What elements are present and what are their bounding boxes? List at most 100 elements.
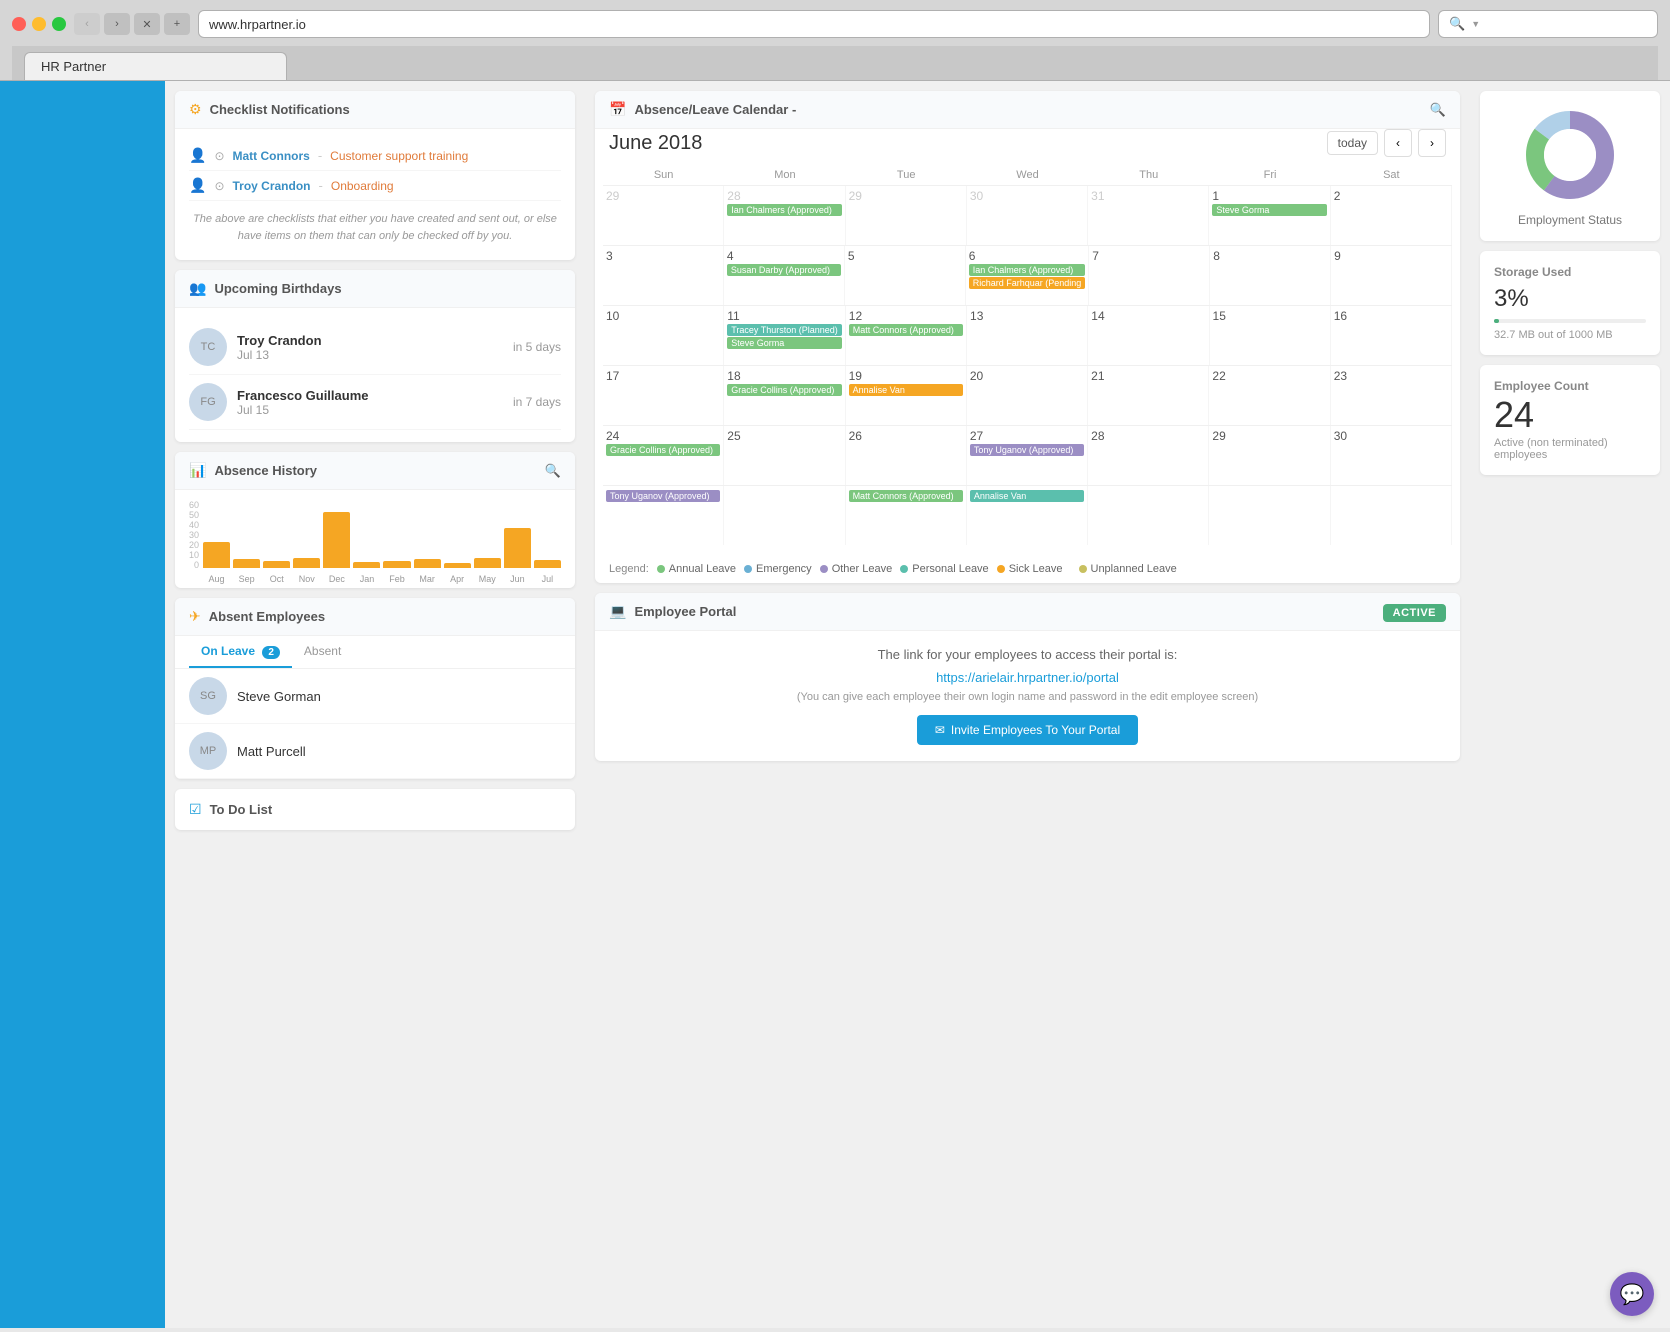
invite-employees-button[interactable]: ✉ Invite Employees To Your Portal: [917, 715, 1138, 745]
event-gracie-collins-2[interactable]: Gracie Collins (Approved): [606, 444, 720, 456]
event-tony-uganov-1[interactable]: Tony Uganov (Approved): [970, 444, 1084, 456]
event-steve-gorma-2[interactable]: Steve Gorma: [727, 337, 842, 349]
legend-label-other: Other Leave: [832, 563, 893, 575]
minimize-button[interactable]: [32, 17, 46, 31]
birthday-info-1: Troy Crandon Jul 13: [237, 333, 322, 362]
birthday-name-1: Troy Crandon: [237, 333, 322, 348]
event-susan-darby[interactable]: Susan Darby (Approved): [727, 264, 841, 276]
absent-tab[interactable]: Absent: [292, 636, 353, 668]
bar-mar: [414, 559, 441, 568]
event-gracie-collins-1[interactable]: Gracie Collins (Approved): [727, 384, 841, 396]
address-bar[interactable]: www.hrpartner.io: [198, 10, 1430, 38]
absent-employees-title: Absent Employees: [209, 609, 325, 624]
checklist-task-1[interactable]: Customer support training: [330, 149, 468, 163]
bar-group-feb: [383, 561, 410, 568]
checklist-header: ⚙ Checklist Notifications: [175, 91, 575, 129]
back-button[interactable]: ‹: [74, 13, 100, 35]
donut-container: Employment Status: [1480, 91, 1660, 241]
day-mon: Mon: [724, 165, 845, 185]
on-leave-badge: 2: [262, 646, 280, 659]
employment-status-card: Employment Status: [1480, 91, 1660, 241]
calendar-grid: Sun Mon Tue Wed Thu Fri Sat 29 28 Ian Ch…: [595, 165, 1460, 555]
event-richard-farhquar[interactable]: Richard Farhquar (Pending: [969, 277, 1086, 289]
legend-emergency: Emergency: [744, 563, 812, 575]
legend-label-sick: Sick Leave: [1009, 563, 1063, 575]
checklist-task-2[interactable]: Onboarding: [331, 179, 394, 193]
checklist-item-1: 👤 ⊙ Matt Connors - Customer support trai…: [189, 141, 561, 171]
new-tab-button[interactable]: +: [164, 13, 190, 35]
event-tony-uganov-2[interactable]: Tony Uganov (Approved): [606, 490, 720, 502]
legend-label-personal: Personal Leave: [912, 563, 988, 575]
chart-label-aug: Aug: [203, 574, 230, 584]
search-icon-absence[interactable]: 🔍: [545, 463, 561, 479]
bar-dec: [323, 512, 350, 568]
event-steve-gorma-1[interactable]: Steve Gorma: [1212, 204, 1326, 216]
cal-cell-jun1: 1 Steve Gorma: [1209, 186, 1330, 245]
portal-link[interactable]: https://arielair.hrpartner.io/portal: [936, 670, 1119, 685]
event-ian-chalmers-1[interactable]: Ian Chalmers (Approved): [727, 204, 841, 216]
legend-label-annual: Annual Leave: [669, 563, 736, 575]
checklist-name-2[interactable]: Troy Crandon: [233, 179, 311, 193]
nav-buttons: ‹ › ✕ +: [74, 13, 190, 35]
checklist-dash-2: -: [319, 178, 323, 193]
event-annalise-van-2[interactable]: Annalise Van: [970, 490, 1084, 502]
legend-personal: Personal Leave: [900, 563, 988, 575]
portal-header: 💻 Employee Portal ACTIVE: [595, 593, 1460, 631]
cal-cell-jun3: 3: [603, 246, 724, 305]
legend-label-unplanned: Unplanned Leave: [1091, 563, 1177, 575]
checklist-note: The above are checklists that either you…: [189, 201, 561, 248]
event-matt-connors-2[interactable]: Matt Connors (Approved): [849, 490, 963, 502]
absent-employee-2: MP Matt Purcell: [175, 724, 575, 779]
close-tab-button[interactable]: ✕: [134, 13, 160, 35]
chat-bubble[interactable]: 💬: [1610, 1272, 1654, 1316]
maximize-button[interactable]: [52, 17, 66, 31]
next-month-button[interactable]: ›: [1418, 129, 1446, 157]
cal-cell-jun17: 17: [603, 366, 724, 425]
birthdays-body: TC Troy Crandon Jul 13 in 5 days FG: [175, 308, 575, 442]
cal-cell-jun25: 25: [724, 426, 845, 485]
birthday-days-2: in 7 days: [513, 395, 561, 409]
active-tab[interactable]: HR Partner: [24, 52, 287, 80]
calendar-icon: 📅: [609, 101, 626, 118]
today-button[interactable]: today: [1327, 131, 1378, 155]
on-leave-tab[interactable]: On Leave 2: [189, 636, 292, 668]
birthday-info-2: Francesco Guillaume Jul 15: [237, 388, 369, 417]
chart-label-may: May: [474, 574, 501, 584]
close-button[interactable]: [12, 17, 26, 31]
cal-cell-jun19: 19 Annalise Van: [846, 366, 967, 425]
search-icon-cal[interactable]: 🔍: [1430, 102, 1446, 118]
birthday-days-1: in 5 days: [513, 340, 561, 354]
event-matt-connors-1[interactable]: Matt Connors (Approved): [849, 324, 963, 336]
cal-cell-jul6: [1209, 486, 1330, 545]
calendar-week-3: 10 11 Tracey Thurston (Planned) Steve Go…: [603, 305, 1452, 365]
checklist-user-icon-1: 👤: [189, 147, 206, 164]
absence-history-header: 📊 Absence History 🔍: [175, 452, 575, 490]
avatar-mp: MP: [200, 745, 217, 757]
chart-label-mar: Mar: [414, 574, 441, 584]
chart-label-sep: Sep: [233, 574, 260, 584]
cal-cell-jun13: 13: [967, 306, 1088, 365]
absence-history-card: 📊 Absence History 🔍 6050403020100 Aug: [175, 452, 575, 588]
absent-name-2: Matt Purcell: [237, 744, 306, 759]
bar-group-aug: [203, 542, 230, 568]
checklist-dash-1: -: [318, 148, 322, 163]
legend-unplanned: Unplanned Leave: [1079, 563, 1177, 575]
portal-card: 💻 Employee Portal ACTIVE The link for yo…: [595, 593, 1460, 761]
legend-label-emergency: Emergency: [756, 563, 812, 575]
cal-cell-jun23: 23: [1331, 366, 1452, 425]
chart-label-jul: Jul: [534, 574, 561, 584]
event-annalise-van[interactable]: Annalise Van: [849, 384, 963, 396]
prev-month-button[interactable]: ‹: [1384, 129, 1412, 157]
storage-widget: Storage Used 3% 32.7 MB out of 1000 MB: [1480, 251, 1660, 355]
cal-cell-may28: 28 Ian Chalmers (Approved): [724, 186, 845, 245]
forward-button[interactable]: ›: [104, 13, 130, 35]
checklist-name-1[interactable]: Matt Connors: [233, 149, 310, 163]
cal-cell-jul3: Matt Connors (Approved): [846, 486, 967, 545]
event-tracey-thurston[interactable]: Tracey Thurston (Planned): [727, 324, 842, 336]
portal-status: ACTIVE: [1383, 604, 1446, 622]
search-bar[interactable]: 🔍 ▼: [1438, 10, 1658, 38]
event-ian-chalmers-2[interactable]: Ian Chalmers (Approved): [969, 264, 1086, 276]
avatar-initials-1: TC: [201, 341, 216, 353]
birthday-item-1: TC Troy Crandon Jul 13 in 5 days: [189, 320, 561, 375]
storage-detail: 32.7 MB out of 1000 MB: [1494, 329, 1646, 341]
